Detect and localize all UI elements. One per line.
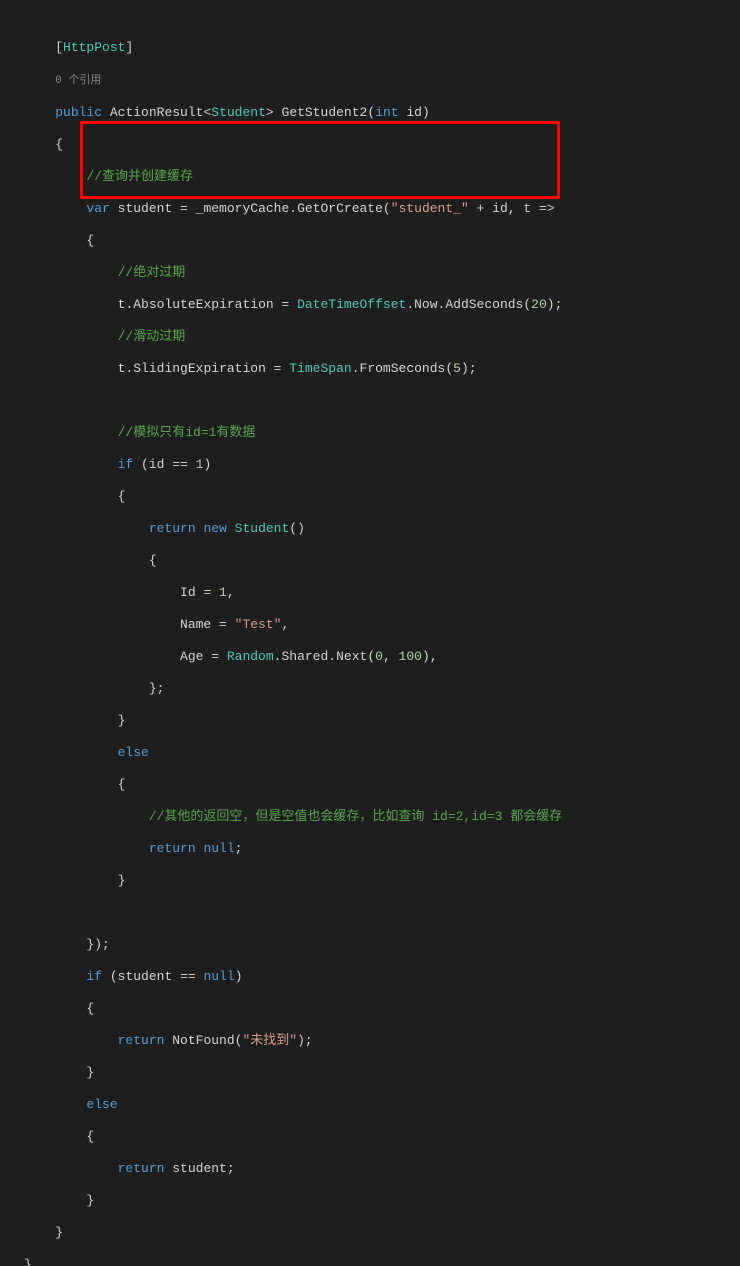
code-line: else bbox=[24, 745, 740, 761]
code-line: else bbox=[24, 1097, 740, 1113]
code-line: return new Student() bbox=[24, 521, 740, 537]
code-line: Id = 1, bbox=[24, 585, 740, 601]
code-line: { bbox=[24, 553, 740, 569]
code-line: }; bbox=[24, 681, 740, 697]
code-line: //其他的返回空，但是空值也会缓存，比如查询 id=2,id=3 都会缓存 bbox=[24, 809, 740, 825]
code-line: { bbox=[24, 1001, 740, 1017]
code-line: //查询并创建缓存 bbox=[24, 169, 740, 185]
code-line bbox=[24, 905, 740, 921]
code-line: t.AbsoluteExpiration = DateTimeOffset.No… bbox=[24, 297, 740, 313]
code-line: public ActionResult<Student> GetStudent2… bbox=[24, 105, 740, 121]
code-line: } bbox=[24, 1225, 740, 1241]
code-line: //滑动过期 bbox=[24, 329, 740, 345]
code-line: 0 个引用 bbox=[24, 72, 740, 89]
code-line: { bbox=[24, 777, 740, 793]
code-line: } bbox=[24, 713, 740, 729]
code-line: return null; bbox=[24, 841, 740, 857]
code-line: t.SlidingExpiration = TimeSpan.FromSecon… bbox=[24, 361, 740, 377]
code-line: [HttpPost] bbox=[24, 40, 740, 56]
code-line: } bbox=[24, 1193, 740, 1209]
code-line: { bbox=[24, 137, 740, 153]
code-line: { bbox=[24, 489, 740, 505]
code-line: //模拟只有id=1有数据 bbox=[24, 425, 740, 441]
code-line: { bbox=[24, 233, 740, 249]
code-line: return student; bbox=[24, 1161, 740, 1177]
code-line: }); bbox=[24, 937, 740, 953]
code-line: //绝对过期 bbox=[24, 265, 740, 281]
code-editor[interactable]: [HttpPost] 0 个引用 public ActionResult<Stu… bbox=[0, 0, 740, 1266]
code-line: if (student == null) bbox=[24, 969, 740, 985]
code-line: } bbox=[24, 1065, 740, 1081]
highlight-box bbox=[80, 121, 560, 199]
code-line: var student = _memoryCache.GetOrCreate("… bbox=[24, 201, 740, 217]
code-line: Age = Random.Shared.Next(0, 100), bbox=[24, 649, 740, 665]
code-line: } bbox=[24, 1257, 740, 1266]
code-line: Name = "Test", bbox=[24, 617, 740, 633]
code-line: if (id == 1) bbox=[24, 457, 740, 473]
code-line: { bbox=[24, 1129, 740, 1145]
code-line: return NotFound("未找到"); bbox=[24, 1033, 740, 1049]
code-line: } bbox=[24, 873, 740, 889]
code-line bbox=[24, 393, 740, 409]
